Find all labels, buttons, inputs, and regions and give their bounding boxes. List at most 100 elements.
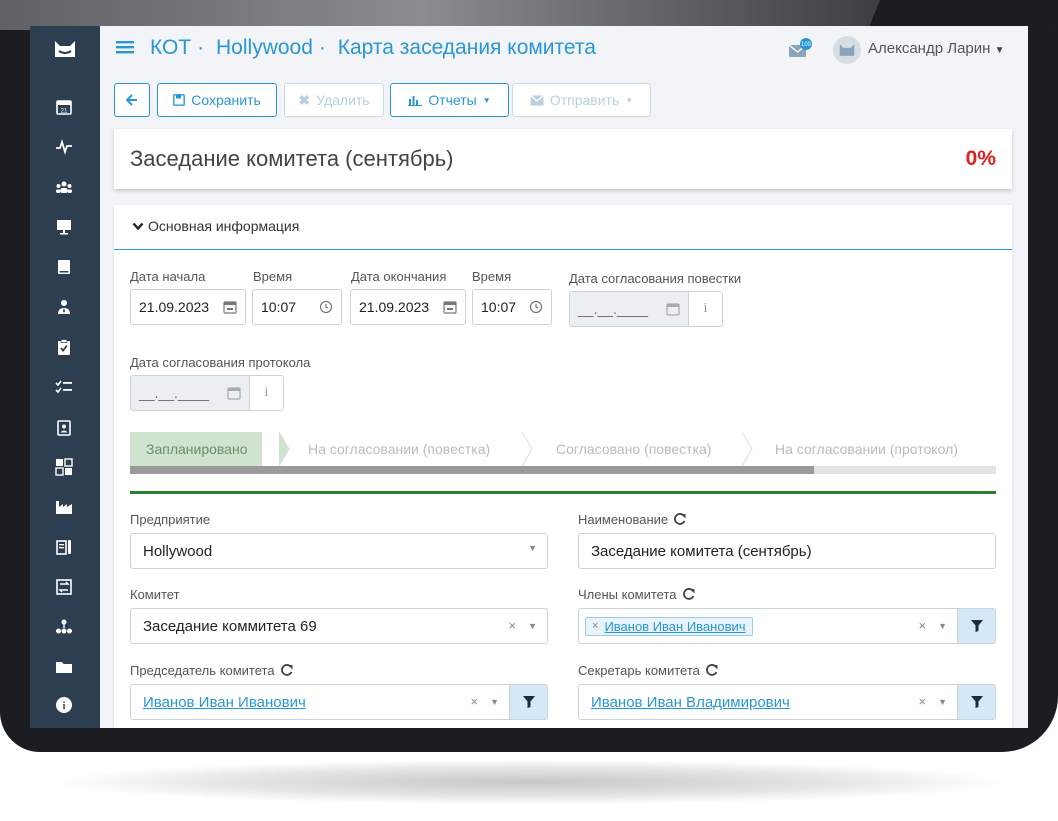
member-tag-label[interactable]: Иванов Иван Иванович — [604, 619, 745, 634]
start-time-value: 10:07 — [261, 299, 297, 315]
calendar-icon[interactable]: 21 — [53, 96, 75, 118]
breadcrumb-current: Карта заседания комитета — [337, 36, 596, 59]
caret-down-icon: ▼ — [490, 696, 499, 707]
breadcrumb-item[interactable]: Hollywood — [216, 36, 313, 59]
section-title: Основная информация — [148, 218, 300, 234]
save-button[interactable]: Сохранить — [157, 83, 277, 117]
stepper-scrollbar-thumb[interactable] — [130, 466, 815, 474]
filter-icon — [522, 696, 535, 708]
secretary-value[interactable]: Иванов Иван Владимирович — [591, 694, 790, 711]
chair-value[interactable]: Иванов Иван Иванович — [143, 694, 306, 711]
pie-chart-icon[interactable] — [53, 726, 75, 728]
section-header[interactable]: Основная информация — [114, 205, 1012, 250]
chair-filter-button[interactable] — [510, 684, 548, 720]
start-date-input[interactable]: 21.09.2023 — [130, 289, 246, 325]
floppy-icon — [173, 94, 186, 106]
tag-remove-icon[interactable]: × — [592, 620, 598, 632]
agenda-info-button[interactable]: i — [689, 291, 723, 327]
step-agenda-approval[interactable]: На согласовании (повестка) — [308, 432, 490, 466]
end-date-label: Дата окончания — [351, 269, 447, 284]
secretary-select[interactable]: Иванов Иван Владимирович × ▼ — [578, 684, 958, 720]
end-time-value: 10:07 — [481, 299, 517, 315]
step-agenda-approved[interactable]: Согласовано (повестка) — [556, 432, 711, 466]
reports-dropdown-button[interactable]: Отчеты ▼ — [390, 83, 509, 117]
calendar-icon — [666, 303, 680, 316]
presentation-icon[interactable] — [53, 216, 75, 238]
protocol-date-label: Дата согласования протокола — [130, 355, 311, 370]
end-date-input[interactable]: 21.09.2023 — [350, 289, 466, 325]
members-filter-button[interactable] — [958, 608, 996, 644]
end-time-input[interactable]: 10:07 — [472, 289, 552, 325]
documents-icon[interactable] — [53, 536, 75, 558]
secretary-filter-button[interactable] — [958, 684, 996, 720]
folder-icon[interactable] — [53, 656, 75, 678]
clipboard-check-icon[interactable] — [53, 336, 75, 358]
save-label: Сохранить — [191, 92, 261, 108]
committee-select[interactable]: Заседание коммитета 69 × ▼ — [130, 608, 548, 644]
device-shadow — [60, 760, 1000, 804]
clipboard-user-icon[interactable] — [53, 416, 75, 438]
members-select[interactable]: × Иванов Иван Иванович × ▼ — [578, 608, 958, 644]
agenda-date-label: Дата согласования повестки — [569, 271, 742, 286]
user-tie-icon[interactable] — [53, 296, 75, 318]
enterprise-value: Hollywood — [143, 542, 213, 560]
pulse-icon[interactable] — [53, 136, 75, 158]
info-circle-icon[interactable]: i — [53, 694, 75, 716]
start-time-input[interactable]: 10:07 — [252, 289, 342, 325]
caret-down-icon: ▼ — [994, 45, 1005, 56]
mail-notification-icon[interactable]: 100 — [788, 38, 814, 60]
caret-down-icon: ▼ — [528, 543, 537, 553]
filter-icon — [970, 620, 983, 632]
step-protocol-approval[interactable]: На согласовании (протокол) — [775, 432, 958, 466]
book-icon[interactable] — [53, 256, 75, 278]
members-label: Члены комитета — [578, 587, 695, 602]
name-label: Наименование — [578, 512, 686, 527]
money-transfer-icon[interactable] — [53, 576, 75, 598]
name-input[interactable]: Заседание комитета (сентябрь) — [578, 533, 996, 569]
protocol-date-input[interactable]: __.__.____ — [130, 375, 250, 411]
envelope-icon — [529, 94, 544, 105]
step-planned[interactable]: Запланировано — [130, 432, 262, 466]
send-dropdown-button[interactable]: Отправить ▼ — [512, 83, 651, 117]
menu-icon[interactable] — [116, 38, 134, 56]
refresh-icon[interactable] — [280, 664, 293, 676]
refresh-icon[interactable] — [705, 664, 718, 676]
clear-icon[interactable]: × — [918, 618, 926, 633]
clear-icon[interactable]: × — [470, 694, 478, 709]
chevron-down-icon — [132, 222, 144, 231]
enterprise-select[interactable]: Hollywood ▼ — [130, 533, 548, 569]
stepper-scrollbar[interactable] — [130, 466, 996, 474]
hierarchy-icon[interactable] — [53, 616, 75, 638]
caret-down-icon: ▼ — [482, 95, 491, 105]
enterprise-label: Предприятие — [130, 512, 211, 527]
delete-button[interactable]: ✖ Удалить — [284, 83, 384, 117]
users-group-icon[interactable] — [53, 176, 75, 198]
checklist-icon[interactable] — [53, 376, 75, 398]
user-menu[interactable]: Александр Ларин ▼ — [868, 40, 1005, 57]
reports-label: Отчеты — [428, 92, 477, 108]
send-label: Отправить — [549, 92, 620, 108]
name-value: Заседание комитета (сентябрь) — [591, 542, 812, 560]
agenda-date-input[interactable]: __.__.____ — [569, 291, 689, 327]
avatar[interactable] — [833, 36, 861, 64]
calendar-icon — [223, 301, 237, 314]
secretary-label-text: Секретарь комитета — [578, 663, 700, 678]
sort-alpha-icon[interactable] — [53, 456, 75, 478]
member-tag[interactable]: × Иванов Иван Иванович — [585, 616, 753, 636]
user-name: Александр Ларин — [868, 40, 991, 57]
step-arrow — [742, 432, 753, 466]
cat-logo-icon[interactable] — [30, 26, 100, 72]
protocol-info-button[interactable]: i — [250, 375, 284, 411]
info-icon: i — [703, 301, 708, 316]
refresh-icon[interactable] — [682, 588, 695, 600]
clear-icon[interactable]: × — [918, 694, 926, 709]
chair-select[interactable]: Иванов Иван Иванович × ▼ — [130, 684, 510, 720]
industry-icon[interactable] — [53, 496, 75, 518]
back-button[interactable] — [114, 83, 150, 117]
clear-icon[interactable]: × — [508, 618, 516, 633]
breadcrumb-separator: · — [318, 36, 326, 59]
secretary-label: Секретарь комитета — [578, 663, 718, 678]
svg-text:i: i — [63, 701, 66, 712]
breadcrumb-item[interactable]: КОТ — [150, 36, 191, 59]
refresh-icon[interactable] — [674, 513, 686, 525]
